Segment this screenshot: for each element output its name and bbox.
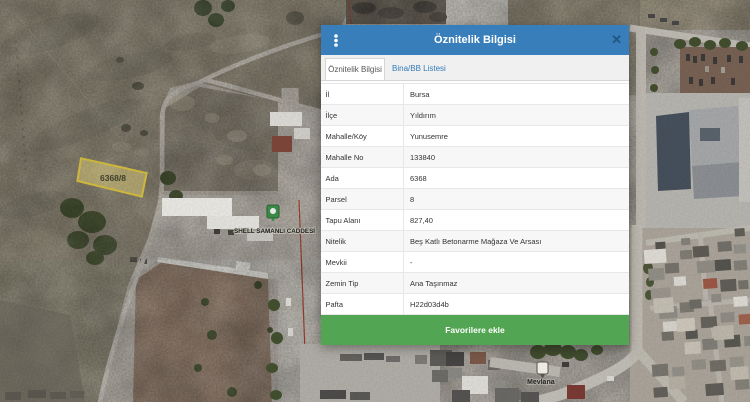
svg-text:SHELL SAMANLI CADDESİ: SHELL SAMANLI CADDESİ <box>234 227 315 235</box>
svg-text:6368/8: 6368/8 <box>100 173 126 183</box>
svg-text:Mevlana: Mevlana <box>527 379 555 386</box>
